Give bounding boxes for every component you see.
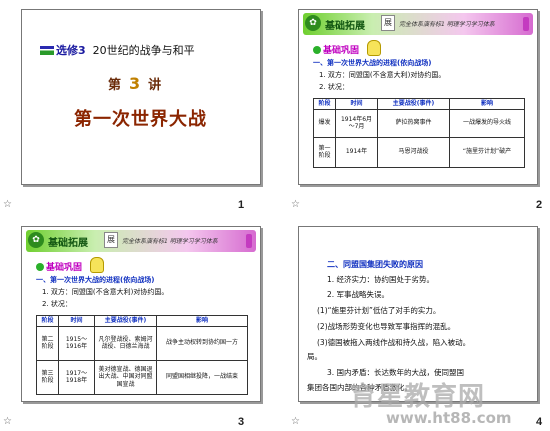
section-heading: 一、第一次世界大战的进程(依向战场): [313, 59, 432, 67]
watermark: 育星教育网 www.ht88.com: [350, 376, 512, 427]
bullet-icon: [36, 263, 44, 271]
table-header: 阶段: [36, 315, 59, 327]
list-item: 2. 状况：: [42, 300, 72, 308]
table-row: 第二阶段 1915～1916年 凡尔登战役、索姆河战役、日德兰海战 战争主动权转…: [36, 325, 248, 361]
pen-icon: [246, 234, 252, 248]
list-item: 1. 双方：同盟国(不含意大利)对协约国。: [42, 288, 169, 296]
table-cell: 第三阶段: [36, 359, 59, 395]
module-name: 20世纪的战争与和平: [92, 44, 195, 57]
bullet-icon: [313, 46, 321, 54]
list-item: (3)德国被拖入两线作战和持久战，陷入被动。: [317, 338, 471, 347]
table-header: 阶段: [313, 98, 336, 110]
lecture-label: 第3讲: [108, 74, 164, 93]
slide-star-icon[interactable]: ☆: [3, 199, 12, 210]
table-header: 主要战役(事件): [377, 98, 450, 110]
table-row: 第一阶段 1914年 马恩河战役 “施里芬计划”破产: [313, 136, 525, 168]
slide-number: 2: [536, 199, 543, 211]
progress-table: 阶段 时间 主要战役(事件) 影响 爆发 1914年6月～7月 萨拉热窝事件 一…: [313, 98, 525, 168]
table-cell: 1914年6月～7月: [335, 108, 378, 138]
section-heading: 二、同盟国集团失败的原因: [327, 260, 423, 269]
table-header: 主要战役(事件): [94, 315, 157, 327]
slide-thumbnail-1[interactable]: 选修3 20世纪的战争与和平 第3讲 第一次世界大战: [21, 9, 261, 185]
list-item: 2. 状况：: [319, 83, 349, 91]
progress-table: 阶段 时间 主要战役(事件) 影响 第二阶段 1915～1916年 凡尔登战役、…: [36, 315, 248, 395]
table-cell: 第二阶段: [36, 325, 59, 361]
slide-title: 第一次世界大战: [74, 109, 207, 130]
slide-thumbnail-2[interactable]: ✿ 基础拓展 展 完全体系演有标1 明理学习学习体系 基础巩固 一、第一次世界大…: [298, 9, 538, 185]
table-cell: 第一阶段: [313, 136, 336, 168]
slide-number: 1: [238, 199, 245, 211]
mascot-icon: [90, 257, 104, 273]
table-cell: 1914年: [335, 136, 378, 168]
table-cell: 同盟国相继投降，一战结束: [156, 359, 248, 395]
table-cell: 爆发: [313, 108, 336, 138]
list-item: 局。: [307, 352, 322, 361]
table-cell: “施里芬计划”破产: [449, 136, 525, 168]
banner-badge: 展: [381, 15, 395, 31]
table-header: 时间: [335, 98, 378, 110]
module-tag: 选修3: [56, 44, 86, 57]
section-heading: 一、第一次世界大战的进程(依向战场): [36, 276, 155, 284]
table-cell: 战争主动权转到协约国一方: [156, 325, 248, 361]
mascot-icon: [367, 40, 381, 56]
table-header: 时间: [58, 315, 95, 327]
list-item: (1)“施里芬计划”低估了对手的实力。: [317, 306, 441, 315]
watermark-url: www.ht88.com: [386, 409, 512, 427]
table-header: 影响: [449, 98, 525, 110]
section-title: 基础巩固: [313, 43, 359, 56]
slide-star-icon[interactable]: ☆: [291, 416, 300, 427]
table-row: 爆发 1914年6月～7月 萨拉热窝事件 一战爆发的导火线: [313, 108, 525, 138]
banner-title: 基础拓展: [325, 21, 365, 32]
leaf-logo-icon: ✿: [305, 15, 321, 31]
table-row: 第三阶段 1917～1918年 美对德宣战、德国退出大战、中国对同盟国宣战 同盟…: [36, 359, 248, 395]
table-cell: 萨拉热窝事件: [377, 108, 450, 138]
banner-motto: 完全体系演有标1 明理学习学习体系: [399, 21, 495, 28]
list-item: 2. 军事战略失误。: [327, 290, 390, 299]
table-header: 影响: [156, 315, 248, 327]
table-cell: 凡尔登战役、索姆河战役、日德兰海战: [94, 325, 157, 361]
section-title: 基础巩固: [36, 260, 82, 273]
table-cell: 1917～1918年: [58, 359, 95, 395]
pen-icon: [523, 17, 529, 31]
table-cell: 1915～1916年: [58, 325, 95, 361]
list-item: (2)战场形势变化也导致军事指挥的混乱。: [317, 322, 456, 331]
lecture-number: 3: [129, 74, 143, 93]
header-banner: ✿ 基础拓展 展 完全体系演有标1 明理学习学习体系: [303, 13, 533, 35]
table-cell: 美对德宣战、德国退出大战、中国对同盟国宣战: [94, 359, 157, 395]
slide-star-icon[interactable]: ☆: [291, 199, 300, 210]
slide-star-icon[interactable]: ☆: [3, 416, 12, 427]
header-banner: ✿ 基础拓展 展 完全体系演有标1 明理学习学习体系: [26, 230, 256, 252]
banner-title: 基础拓展: [48, 238, 88, 249]
table-cell: 一战爆发的导火线: [449, 108, 525, 138]
banner-motto: 完全体系演有标1 明理学习学习体系: [122, 238, 218, 245]
table-cell: 马恩河战役: [377, 136, 450, 168]
slide-number: 4: [536, 416, 543, 428]
module-title: 选修3 20世纪的战争与和平: [40, 42, 195, 58]
banner-badge: 展: [104, 232, 118, 248]
slide-thumbnail-3[interactable]: ✿ 基础拓展 展 完全体系演有标1 明理学习学习体系 基础巩固 一、第一次世界大…: [21, 226, 261, 402]
leaf-logo-icon: ✿: [28, 232, 44, 248]
module-bar-icon: [40, 46, 54, 55]
list-item: 1. 双方：同盟国(不含意大利)对协约国。: [319, 71, 446, 79]
list-item: 1. 经济实力：协约国处于劣势。: [327, 275, 435, 284]
watermark-text: 育星教育网: [350, 382, 486, 412]
slide-number: 3: [238, 416, 245, 428]
